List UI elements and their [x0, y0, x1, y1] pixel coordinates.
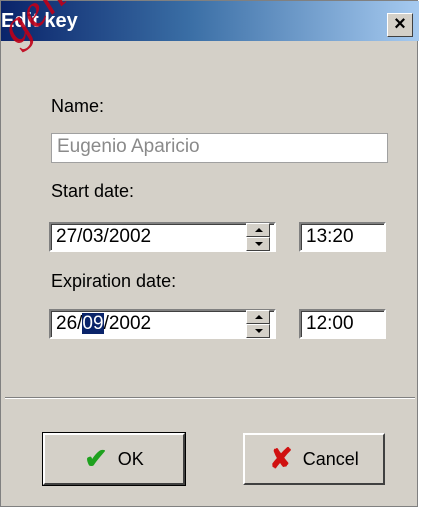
expiration-date-field[interactable]: 26/09/2002	[49, 309, 276, 339]
start-time-field[interactable]: 13:20	[299, 222, 386, 252]
checkmark-icon: ✔	[84, 443, 108, 474]
start-time-value: 13:20	[306, 226, 354, 247]
red-x-icon: ✘	[269, 443, 293, 474]
close-icon: ×	[394, 13, 406, 35]
start-date-down-arrow-icon[interactable]	[246, 237, 270, 251]
name-field[interactable]: Eugenio Aparicio	[51, 133, 388, 163]
expiration-date-year: /2002	[103, 313, 152, 334]
expiration-date-down-arrow-icon[interactable]	[246, 324, 270, 338]
name-label: Name:	[51, 96, 105, 116]
expiration-date-day: 26/	[56, 313, 83, 334]
start-date-field[interactable]: 27/03/2002	[49, 222, 276, 252]
close-button[interactable]: ×	[387, 13, 413, 37]
cancel-button[interactable]: ✘ Cancel	[243, 433, 385, 485]
expiration-date-label: Expiration date:	[51, 271, 177, 291]
start-date-up-arrow-icon[interactable]	[246, 223, 270, 237]
expiration-date-spinner[interactable]	[246, 309, 270, 339]
start-date-label: Start date:	[51, 181, 135, 201]
expiration-time-field[interactable]: 12:00	[299, 309, 386, 339]
ok-button-label: OK	[117, 448, 144, 469]
start-date-spinner[interactable]	[246, 222, 270, 252]
ok-button[interactable]: ✔ OK	[42, 432, 186, 486]
divider	[5, 397, 415, 399]
cancel-button-label: Cancel	[302, 448, 359, 469]
expiration-date-up-arrow-icon[interactable]	[246, 310, 270, 324]
edit-key-dialog: Edit key × gen Name: Eugenio Aparicio St…	[0, 0, 419, 507]
expiration-time-value: 12:00	[306, 313, 354, 334]
start-date-value: 27/03/2002	[56, 226, 152, 247]
expiration-date-month-selected: 09	[82, 313, 104, 334]
